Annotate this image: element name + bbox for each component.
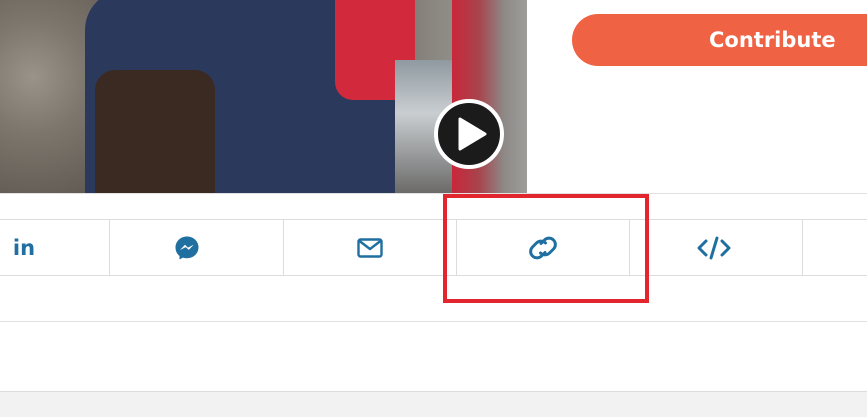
linkedin-icon: in [12,235,36,260]
divider [0,193,867,194]
mail-icon [357,237,383,258]
play-button[interactable] [434,99,504,169]
code-icon [697,236,730,259]
contribute-button[interactable]: Contribute [572,14,867,66]
messenger-icon [175,236,198,259]
divider [802,220,803,275]
divider [0,321,867,322]
photo-waders [95,70,215,193]
share-embed-button[interactable] [630,220,802,275]
link-icon [529,236,557,259]
share-linkedin-button[interactable]: in [0,220,110,275]
share-messenger-button[interactable] [110,220,283,275]
share-bar: in [0,219,867,276]
play-icon [458,117,487,151]
share-email-button[interactable] [284,220,456,275]
video-thumbnail[interactable] [0,0,527,193]
footer-band [0,391,867,417]
share-copy-link-button[interactable] [457,220,629,275]
